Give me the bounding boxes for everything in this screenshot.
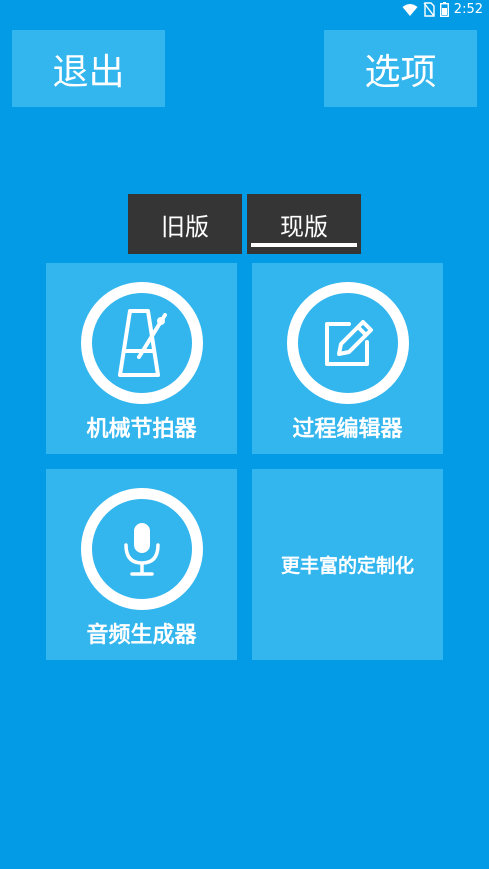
customization-tile[interactable]: 更丰富的定制化 (252, 469, 443, 660)
audio-generator-label: 音频生成器 (86, 623, 197, 648)
wifi-icon (402, 3, 418, 16)
process-editor-label: 过程编辑器 (292, 417, 403, 442)
exit-button[interactable]: 退出 (12, 30, 165, 107)
no-sim-icon (423, 2, 435, 17)
tab-old-version[interactable]: 旧版 (128, 194, 242, 254)
audio-generator-tile[interactable]: 音频生成器 (46, 469, 237, 660)
metronome-icon (118, 309, 167, 377)
process-editor-icon-circle (287, 282, 409, 404)
process-editor-tile[interactable]: 过程编辑器 (252, 263, 443, 454)
audio-generator-icon-circle (81, 488, 203, 610)
microphone-icon (124, 523, 160, 576)
status-time: 2:52 (453, 2, 483, 17)
selected-tab-indicator (251, 243, 357, 247)
edit-icon (325, 320, 373, 366)
metronome-tile[interactable]: 机械节拍器 (46, 263, 237, 454)
battery-icon (439, 2, 449, 17)
options-button[interactable]: 选项 (324, 30, 477, 107)
status-bar: 2:52 (0, 0, 489, 22)
tab-current-version-label: 现版 (280, 212, 328, 241)
tab-current-version[interactable]: 现版 (247, 194, 361, 254)
customization-label: 更丰富的定制化 (280, 555, 414, 577)
metronome-icon-circle (81, 282, 203, 404)
tab-old-version-label: 旧版 (161, 212, 209, 241)
metronome-label: 机械节拍器 (86, 417, 197, 442)
